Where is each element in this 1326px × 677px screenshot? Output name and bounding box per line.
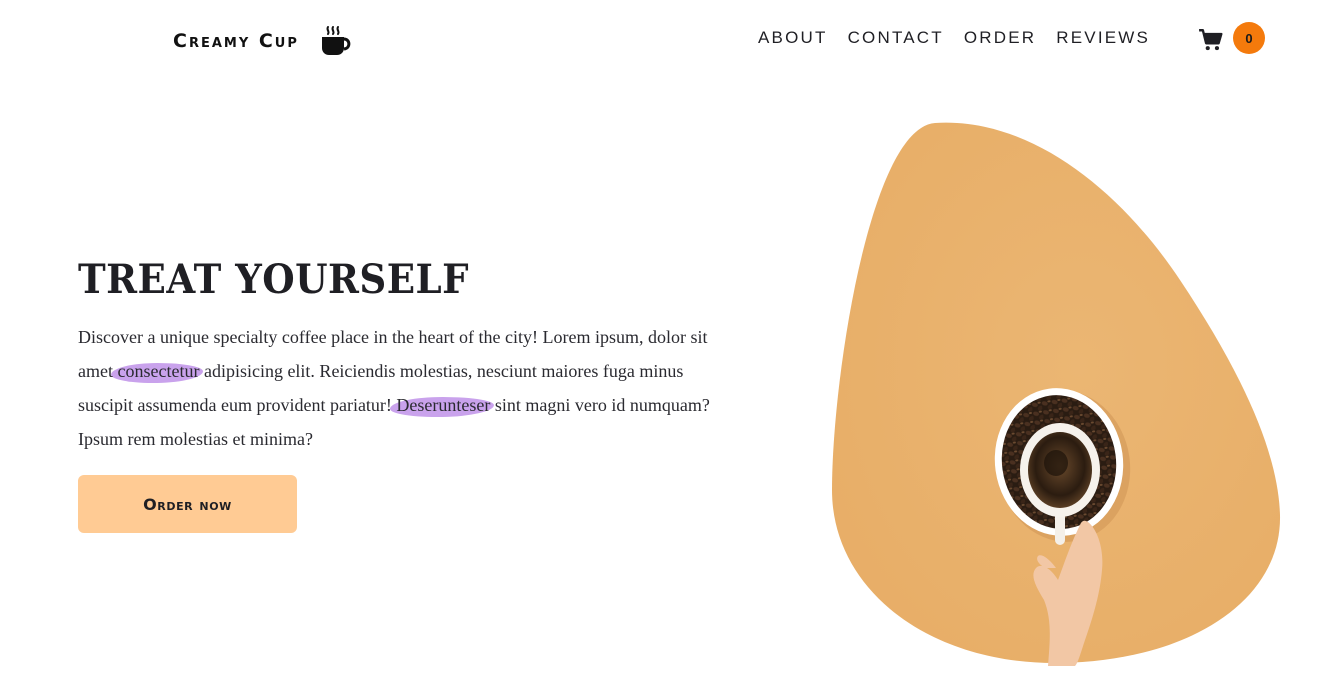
coffee-cup-icon [321, 26, 351, 55]
hero-description: Discover a unique specialty coffee place… [78, 320, 728, 456]
main-nav: ABOUT CONTACT ORDER REVIEWS [758, 26, 1170, 50]
highlighted-word: Deserunteser [396, 395, 491, 415]
cart-button[interactable]: 0 [1198, 22, 1265, 54]
nav-order[interactable]: ORDER [964, 26, 1036, 50]
order-now-button[interactable]: Order now [78, 475, 297, 533]
nav-about[interactable]: ABOUT [758, 26, 828, 50]
logo-text: Creamy Cup [173, 30, 299, 52]
nav-contact[interactable]: CONTACT [848, 26, 944, 50]
hero-title: TREAT YOURSELF [78, 256, 470, 303]
cart-count-badge: 0 [1233, 22, 1265, 54]
logo[interactable]: Creamy Cup [173, 24, 353, 58]
shopping-cart-icon [1199, 28, 1223, 50]
highlighted-word: consectetur [117, 361, 200, 381]
coffee-cup-on-beans-image [832, 122, 1281, 666]
nav-reviews[interactable]: REVIEWS [1056, 26, 1150, 50]
